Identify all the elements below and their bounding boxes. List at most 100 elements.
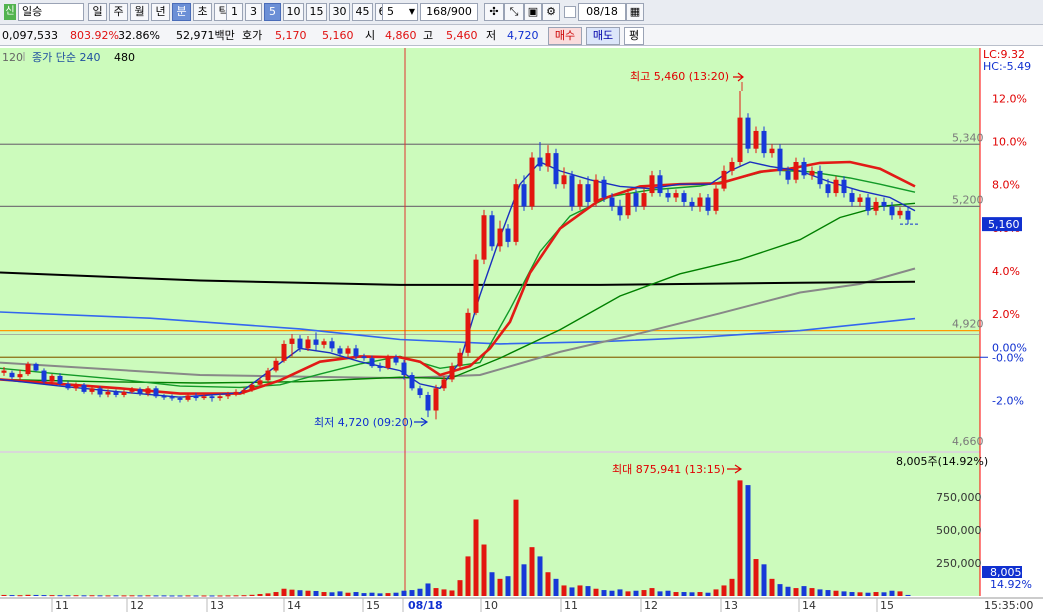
candle-body (137, 389, 143, 394)
count-field[interactable]: 168/900 (420, 3, 478, 21)
right-axis-bg (980, 48, 1043, 596)
crosshair-icon[interactable]: ✣ (484, 3, 504, 21)
candle-body (81, 384, 87, 392)
period-tab[interactable]: 월 (130, 3, 149, 21)
date-checkbox[interactable] (564, 6, 576, 18)
volume-bar (113, 595, 119, 597)
volume-bar (201, 595, 207, 597)
low-price: 4,720 (507, 29, 539, 42)
candle-body (33, 363, 39, 371)
minute-tab[interactable]: 15 (306, 3, 327, 21)
candle-body (401, 362, 407, 375)
minute-tab[interactable]: 1 (226, 3, 243, 21)
candle-body (729, 162, 735, 171)
x-tick-label: 11 (564, 599, 578, 612)
gear-icon[interactable]: ⚙ (542, 3, 560, 21)
stock-name-input[interactable]: 일승 (18, 3, 84, 21)
volume-tick-label: 750,000 (936, 491, 982, 504)
candle-body (185, 395, 191, 400)
volume-bar (161, 595, 167, 597)
volume-bar (337, 591, 343, 596)
candle-body (681, 193, 687, 202)
candle-body (665, 193, 671, 198)
volume-bar (9, 595, 15, 597)
candle-body (305, 339, 311, 349)
volume-bar (641, 590, 647, 596)
candle-body (601, 179, 607, 198)
volume-bar (849, 592, 855, 596)
volume-ratio: 803.92% (70, 29, 119, 42)
volume-bar (361, 593, 367, 596)
volume-bar (393, 592, 399, 596)
minute-tab[interactable]: 5 (264, 3, 281, 21)
volume-bar (809, 588, 815, 596)
volume-bar (177, 595, 183, 597)
candle-body (113, 391, 119, 395)
volume-bar (49, 595, 55, 597)
volume-bar (881, 592, 887, 596)
pct-tick-label: 8.0% (992, 179, 1020, 192)
minute-tab[interactable]: 10 (283, 3, 304, 21)
candle-body (249, 384, 255, 391)
calendar-icon[interactable]: ▦ (626, 3, 644, 21)
minute-tab[interactable]: 30 (329, 3, 350, 21)
candle-body (889, 206, 895, 216)
candle-body (569, 175, 575, 207)
evaluation-button[interactable]: 평 (624, 27, 644, 45)
x-tick-label: 14 (287, 599, 301, 612)
volume-bar (505, 576, 511, 596)
volume-bar (865, 592, 871, 596)
volume-bar (489, 572, 495, 596)
volume-bar (169, 595, 175, 597)
volume-bar (281, 588, 287, 596)
volume-bar (329, 592, 335, 596)
minute-tab[interactable]: 3 (245, 3, 262, 21)
date-field[interactable]: 08/18 (578, 3, 626, 21)
volume-bar (521, 564, 527, 596)
candle-body (641, 193, 647, 207)
volume-bar (209, 595, 215, 597)
candle-body (329, 341, 335, 349)
volume-bar (73, 595, 79, 597)
period-tab[interactable]: 년 (151, 3, 170, 21)
period-tab[interactable]: 초 (193, 3, 212, 21)
volume-bar (817, 589, 823, 596)
candle-body (585, 184, 591, 202)
draw-tool-icon[interactable]: ⤡ (504, 3, 524, 21)
candle-body (529, 157, 535, 207)
candle-body (785, 170, 791, 180)
save-icon[interactable]: ▣ (524, 3, 542, 21)
sell-button[interactable]: 매도 (586, 27, 620, 45)
candle-body (705, 197, 711, 211)
volume-bar (457, 580, 463, 596)
volume-bar (785, 586, 791, 596)
inner-price-label: 4,660 (952, 435, 984, 448)
buy-button[interactable]: 매수 (548, 27, 582, 45)
volume-bar (257, 594, 263, 596)
stock-chart[interactable]: LC:9.32HC:-5.4912.0%10.0%8.0%6.0%4.0%2.0… (0, 46, 1043, 612)
volume-bar (777, 584, 783, 596)
volume-bar (225, 595, 231, 597)
minute-tab[interactable]: 45 (352, 3, 373, 21)
volume-bar (241, 595, 247, 597)
low-annotation: 최저 4,720 (09:20) (314, 416, 413, 429)
candle-body (353, 348, 359, 357)
period-tab[interactable]: 주 (109, 3, 128, 21)
total-volume: 0,097,533 (2, 29, 58, 42)
candle-body (449, 366, 455, 380)
volume-tick-label: 250,000 (936, 557, 982, 570)
period-tab[interactable]: 분 (172, 3, 191, 21)
candle-body (161, 396, 167, 398)
candle-body (577, 184, 583, 207)
candle-body (593, 179, 599, 202)
volume-bar (513, 499, 519, 596)
volume-bar (89, 595, 95, 597)
volume-bar (409, 590, 415, 596)
candle-body (225, 394, 231, 397)
volume-bar (705, 592, 711, 596)
period-tab[interactable]: 일 (88, 3, 107, 21)
volume-bar (145, 595, 151, 597)
x-tick-label: 12 (644, 599, 658, 612)
minute-select[interactable]: 5 ▼ (382, 3, 418, 21)
volume-bar (697, 592, 703, 596)
